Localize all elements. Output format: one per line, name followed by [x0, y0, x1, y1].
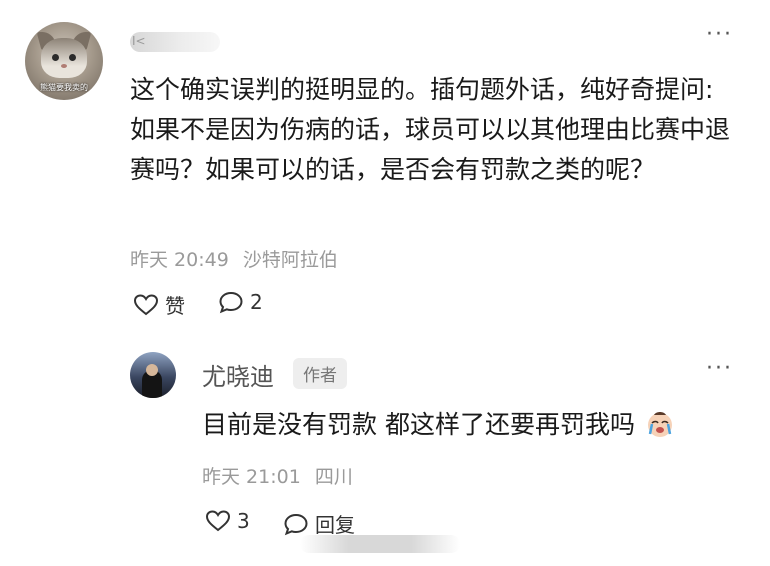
author-badge: 作者	[293, 358, 347, 389]
reply-text-line: 目前是没有罚款 都这样了还要再罚我吗	[202, 405, 675, 445]
username-fragment: I<	[132, 34, 146, 48]
reply-author-name[interactable]: 尤晓迪	[202, 357, 274, 392]
comment-location: 沙特阿拉伯	[242, 249, 338, 271]
reply-button[interactable]: 回复	[283, 509, 355, 538]
more-options-icon[interactable]: ···	[706, 24, 733, 46]
avatar-caption: 熊猫要我卖的	[40, 83, 88, 92]
comment-text: 这个确实误判的挺明显的。插句题外话，纯好奇提问:如果不是因为伤病的话，球员可以以…	[130, 75, 731, 184]
comment-count-button[interactable]: 2	[218, 290, 263, 314]
crying-face-emoji-icon	[647, 412, 672, 437]
reply-text: 目前是没有罚款 都这样了还要再罚我吗	[202, 410, 635, 439]
commenter-avatar[interactable]: 熊猫要我卖的	[25, 22, 103, 100]
reply-meta: 昨天 21:01 四川	[202, 462, 353, 489]
reply-like-button[interactable]: 3	[205, 509, 250, 533]
blurred-watermark	[300, 535, 460, 553]
reply-time: 昨天 21:01	[202, 466, 301, 488]
reply-location: 四川	[314, 466, 353, 488]
avatar-person-head	[146, 364, 158, 376]
avatar-cat-nose	[61, 64, 67, 68]
comment-time: 昨天 20:49	[130, 249, 229, 271]
avatar-cat-eye-left	[52, 54, 59, 61]
reply-like-count: 3	[237, 509, 250, 533]
heart-icon	[133, 293, 159, 315]
speech-bubble-icon	[219, 291, 243, 314]
avatar-cat-face	[41, 38, 87, 78]
like-label: 赞	[165, 294, 185, 318]
like-button[interactable]: 赞	[133, 290, 185, 319]
reply-more-options-icon[interactable]: ···	[706, 358, 733, 380]
avatar-cat-eye-right	[69, 54, 76, 61]
author-avatar[interactable]	[130, 352, 176, 398]
speech-bubble-icon	[284, 513, 308, 535]
comment-count: 2	[250, 290, 263, 314]
reply-label: 回复	[315, 513, 355, 537]
commenter-username-blurred[interactable]: I<	[130, 32, 220, 52]
comment-meta: 昨天 20:49 沙特阿拉伯	[130, 245, 338, 272]
heart-icon	[205, 510, 231, 532]
